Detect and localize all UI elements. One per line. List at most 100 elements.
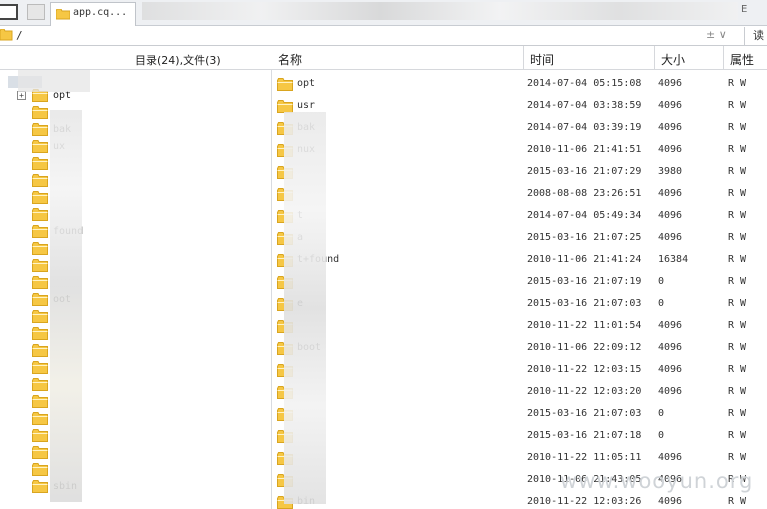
tree-item[interactable] [0,190,271,207]
file-time: 2010-11-22 12:03:20 [527,386,642,397]
file-time: 2010-11-06 21:41:51 [527,144,642,155]
tab-active[interactable]: app.cq... [50,2,136,26]
folder-icon [32,361,48,374]
table-row[interactable]: 2015-03-16 21:07:18 0 R W [272,425,767,447]
file-size: 16384 [658,254,689,265]
table-row[interactable]: usr 2014-07-04 03:38:59 4096 R W [272,95,767,117]
file-attr: R W [728,254,747,265]
tree-item[interactable] [0,445,271,462]
folder-icon [32,191,48,204]
file-attr: R W [728,408,747,419]
folder-icon [32,259,48,272]
tree-item[interactable] [0,275,271,292]
table-row[interactable]: 2015-03-16 21:07:29 3980 R W [272,161,767,183]
new-tab-icon[interactable] [27,4,45,20]
tree-item[interactable] [0,309,271,326]
file-list[interactable]: opt 2014-07-04 05:15:08 4096 R W usr 2014-07-… [272,70,767,509]
table-row[interactable]: bak2014-07-04 03:39:194096R W [272,117,767,139]
folder-icon [32,225,48,238]
folder-icon [32,106,48,119]
tree-item[interactable] [0,360,271,377]
tree-item[interactable] [0,462,271,479]
table-row[interactable]: t2014-07-04 05:49:344096R W [272,205,767,227]
file-size: 4096 [658,188,683,199]
column-header-name[interactable]: 名称 [272,46,523,70]
file-time: 2010-11-22 12:03:15 [527,364,642,375]
table-row[interactable]: 2010-11-22 11:05:11 4096 R W [272,447,767,469]
file-size: 4096 [658,496,683,507]
table-row[interactable]: t+found2010-11-06 21:41:2416384R W [272,249,767,271]
file-size: 0 [658,408,665,419]
tree-item[interactable] [0,428,271,445]
table-row[interactable]: 2015-03-16 21:07:19 0 R W [272,271,767,293]
column-header-size[interactable]: 大小 [654,46,723,70]
file-attr: R W [728,122,747,133]
folder-icon [32,429,48,442]
file-name: opt [297,78,316,89]
table-row[interactable]: 2015-03-16 21:07:03 0 R W [272,403,767,425]
table-row[interactable]: opt 2014-07-04 05:15:08 4096 R W [272,73,767,95]
table-row[interactable]: 2008-08-08 23:26:51 4096 R W [272,183,767,205]
tree-item[interactable] [0,173,271,190]
folder-icon [277,78,293,91]
table-row[interactable]: 2010-11-22 11:01:54 4096 R W [272,315,767,337]
tree-item[interactable]: oot [0,292,271,309]
table-row[interactable]: bin2010-11-22 12:03:264096R W [272,491,767,509]
file-size: 0 [658,298,665,309]
tree-item[interactable]: bak [0,122,271,139]
file-attr: R W [728,430,747,441]
file-time: 2014-07-04 05:15:08 [527,78,642,89]
file-time: 2008-08-08 23:26:51 [527,188,642,199]
obscured-region [284,112,326,504]
folder-icon [32,395,48,408]
tree-item[interactable] [0,207,271,224]
file-size: 4096 [658,144,683,155]
folder-icon [32,344,48,357]
path-input[interactable]: / [16,29,23,42]
file-time: 2015-03-16 21:07:25 [527,232,642,243]
tree-item[interactable] [0,156,271,173]
tree-item[interactable] [0,258,271,275]
file-size: 4096 [658,320,683,331]
directory-tree[interactable]: +optbakuxfoundootsbin [0,70,272,509]
file-attr: R W [728,496,747,507]
read-button[interactable]: 读 [744,27,767,45]
table-row[interactable]: 2010-11-22 12:03:20 4096 R W [272,381,767,403]
file-attr: R W [728,342,747,353]
tree-item[interactable]: found [0,224,271,241]
file-size: 4096 [658,364,683,375]
tab-right-label[interactable]: E [741,4,767,22]
file-attr: R W [728,320,747,331]
tree-item[interactable] [0,377,271,394]
tree-item[interactable]: ux [0,139,271,156]
file-size: 4096 [658,210,683,221]
file-attr: R W [728,188,747,199]
file-attr: R W [728,364,747,375]
tree-item[interactable] [0,411,271,428]
tree-item[interactable]: sbin [0,479,271,496]
table-row[interactable]: e2015-03-16 21:07:030R W [272,293,767,315]
file-time: 2014-07-04 03:39:19 [527,122,642,133]
tree-item[interactable] [0,326,271,343]
table-row[interactable]: 2010-11-22 12:03:15 4096 R W [272,359,767,381]
tree-item[interactable] [0,241,271,258]
watermark: www.wooyun.org [560,469,754,493]
window-icon[interactable] [0,4,18,20]
tree-item[interactable] [0,105,271,122]
table-row[interactable]: boot2010-11-06 22:09:124096R W [272,337,767,359]
file-time: 2010-11-06 21:41:24 [527,254,642,265]
file-attr: R W [728,276,747,287]
table-row[interactable]: a2015-03-16 21:07:254096R W [272,227,767,249]
folder-icon [32,140,48,153]
folder-icon [32,378,48,391]
file-size: 4096 [658,100,683,111]
column-header-attr[interactable]: 属性 [723,46,767,70]
folder-icon [32,174,48,187]
tree-item[interactable] [0,343,271,360]
folder-icon [56,9,70,20]
expand-icon[interactable]: + [17,91,26,100]
path-dropdown-icon[interactable]: ± ∨ [706,28,742,44]
tree-item[interactable] [0,394,271,411]
column-header-time[interactable]: 时间 [523,46,654,70]
table-row[interactable]: nux2010-11-06 21:41:514096R W [272,139,767,161]
